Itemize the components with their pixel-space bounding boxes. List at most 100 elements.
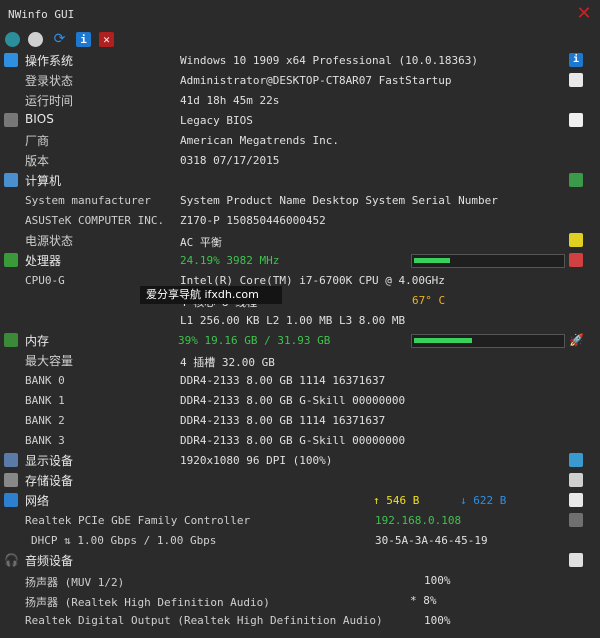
- memory-max-value: 4 插槽 32.00 GB: [180, 356, 275, 369]
- bios-row[interactable]: BIOS Legacy BIOS: [0, 110, 600, 130]
- bank-label: BANK 2: [25, 414, 65, 427]
- disc-icon[interactable]: [28, 32, 43, 47]
- bank-row[interactable]: BANK 3 DDR4-2133 8.00 GB G-Skill 0000000…: [0, 430, 600, 450]
- rocket-icon[interactable]: 🚀: [569, 333, 584, 347]
- board-row[interactable]: ASUSTeK COMPUTER INC. Z170-P 15085044600…: [0, 210, 600, 230]
- bank-row[interactable]: BANK 1 DDR4-2133 8.00 GB G-Skill 0000000…: [0, 390, 600, 410]
- ethernet-icon[interactable]: [569, 513, 583, 527]
- bank-label: BANK 3: [25, 434, 65, 447]
- thermometer-icon[interactable]: [569, 253, 583, 267]
- cores-row[interactable]: 4 核心 8 线程 67° C: [0, 290, 600, 310]
- watermark-overlay: 爱分享导航 ifxdh.com: [140, 286, 282, 304]
- info-icon[interactable]: i: [569, 53, 583, 67]
- display-row[interactable]: 显示设备 1920x1080 96 DPI (100%): [0, 450, 600, 470]
- adapter-ip: 192.168.0.108: [375, 514, 462, 527]
- network-download: ↓ 622 B: [460, 494, 507, 507]
- login-row[interactable]: 登录状态 Administrator@DESKTOP-CT8AR07 FastS…: [0, 70, 600, 90]
- processor-usage: 24.19% 3982 MHz: [180, 254, 280, 267]
- bios-vendor-row[interactable]: 厂商 American Megatrends Inc.: [0, 130, 600, 150]
- disk-icon: [4, 473, 18, 487]
- memory-row[interactable]: 内存 39% 19.16 GB / 31.93 GB 🚀: [0, 330, 600, 350]
- lock-icon[interactable]: [569, 473, 583, 487]
- bank-row[interactable]: BANK 0 DDR4-2133 8.00 GB 1114 16371637: [0, 370, 600, 390]
- bank-value: DDR4-2133 8.00 GB G-Skill 00000000: [180, 434, 406, 447]
- display-icon: [4, 453, 18, 467]
- processor-row[interactable]: 处理器 24.19% 3982 MHz: [0, 250, 600, 270]
- adapter-label: Realtek PCIe GbE Family Controller: [25, 514, 251, 527]
- computer-category-label: 计算机: [25, 174, 62, 188]
- memory-max-row[interactable]: 最大容量 4 插槽 32.00 GB: [0, 350, 600, 370]
- stop-icon[interactable]: ✕: [99, 32, 114, 47]
- document-icon[interactable]: [569, 113, 583, 127]
- memory-usage-bar: [411, 334, 565, 348]
- board-value: Z170-P 150850446000452: [180, 214, 326, 227]
- audio-device-value: 100%: [424, 574, 451, 587]
- network-share-icon[interactable]: [569, 493, 583, 507]
- screen-icon[interactable]: [569, 453, 583, 467]
- motherboard-icon[interactable]: [569, 173, 583, 187]
- headphones-icon: 🎧: [4, 553, 19, 567]
- cpu-label: CPU0-G: [25, 274, 65, 287]
- monitor-icon: [4, 173, 18, 187]
- user-icon[interactable]: [569, 73, 583, 87]
- bank-value: DDR4-2133 8.00 GB 1114 16371637: [180, 374, 386, 387]
- bios-vendor-label: 厂商: [25, 134, 50, 148]
- bios-version-row[interactable]: 版本 0318 07/17/2015: [0, 150, 600, 170]
- power-row[interactable]: 电源状态 AC 平衡: [0, 230, 600, 250]
- audio-device-label: Realtek Digital Output (Realtek High Def…: [25, 614, 383, 627]
- login-label: 登录状态: [25, 74, 74, 88]
- storage-row[interactable]: 存储设备: [0, 470, 600, 490]
- audio-row[interactable]: 🎧 音频设备: [0, 550, 600, 570]
- audio-category-label: 音频设备: [25, 554, 74, 568]
- display-category-label: 显示设备: [25, 454, 74, 468]
- dhcp-label: DHCP ⇅ 1.00 Gbps / 1.00 Gbps: [31, 534, 217, 547]
- info-icon[interactable]: i: [76, 32, 91, 47]
- network-upload: ↑ 546 B: [373, 494, 420, 507]
- toolbar: ⟳ i ✕: [0, 30, 600, 50]
- memory-usage: 39% 19.16 GB / 31.93 GB: [178, 334, 331, 347]
- close-icon[interactable]: ✕: [575, 4, 593, 24]
- bios-type: Legacy BIOS: [180, 114, 253, 127]
- bios-version-value: 0318 07/17/2015: [180, 154, 280, 167]
- network-category-label: 网络: [25, 494, 50, 508]
- memory-usage-fill: [414, 338, 472, 343]
- network-row[interactable]: 网络 ↑ 546 B ↓ 622 B: [0, 490, 600, 510]
- system-manufacturer-label: System manufacturer: [25, 194, 151, 207]
- board-label: ASUSTeK COMPUTER INC.: [25, 214, 165, 227]
- ram-icon: [4, 333, 18, 347]
- dhcp-row[interactable]: DHCP ⇅ 1.00 Gbps / 1.00 Gbps 30-5A-3A-46…: [0, 530, 600, 550]
- adapter-mac: 30-5A-3A-46-45-19: [375, 534, 488, 547]
- system-manufacturer-row[interactable]: System manufacturer System Product Name …: [0, 190, 600, 210]
- memory-category-label: 内存: [25, 334, 50, 348]
- processor-category-label: 处理器: [25, 254, 62, 268]
- uptime-label: 运行时间: [25, 94, 74, 108]
- battery-icon[interactable]: [569, 233, 583, 247]
- storage-category-label: 存储设备: [25, 474, 74, 488]
- system-manufacturer-value: System Product Name Desktop System Seria…: [180, 194, 498, 207]
- cpu-row[interactable]: CPU0-G Intel(R) Core(TM) i7-6700K CPU @ …: [0, 270, 600, 290]
- chip-icon: [4, 113, 18, 127]
- globe-icon[interactable]: [5, 32, 20, 47]
- display-value: 1920x1080 96 DPI (100%): [180, 454, 333, 467]
- audio-device-row[interactable]: 扬声器 (Realtek High Definition Audio) * 8%: [0, 590, 600, 610]
- os-row[interactable]: 操作系统 Windows 10 1909 x64 Professional (1…: [0, 50, 600, 70]
- bios-category-label: BIOS: [25, 112, 54, 126]
- cache-row[interactable]: L1 256.00 KB L2 1.00 MB L3 8.00 MB: [0, 310, 600, 330]
- refresh-icon[interactable]: ⟳: [52, 32, 67, 47]
- bank-row[interactable]: BANK 2 DDR4-2133 8.00 GB 1114 16371637: [0, 410, 600, 430]
- cpu-icon: [4, 253, 18, 267]
- audio-device-row[interactable]: 扬声器 (MUV 1/2) 100%: [0, 570, 600, 590]
- uptime-row[interactable]: 运行时间 41d 18h 45m 22s: [0, 90, 600, 110]
- computer-row[interactable]: 计算机: [0, 170, 600, 190]
- cpu-usage-bar: [411, 254, 565, 268]
- bios-version-label: 版本: [25, 154, 50, 168]
- audio-device-value: * 8%: [410, 594, 437, 607]
- bank-label: BANK 0: [25, 374, 65, 387]
- speaker-icon[interactable]: [569, 553, 583, 567]
- power-value: AC 平衡: [180, 236, 222, 249]
- audio-device-label: 扬声器 (MUV 1/2): [25, 576, 125, 589]
- title-bar: NWinfo GUI ✕: [0, 0, 600, 30]
- adapter-row[interactable]: Realtek PCIe GbE Family Controller 192.1…: [0, 510, 600, 530]
- power-label: 电源状态: [25, 234, 74, 248]
- audio-device-row[interactable]: Realtek Digital Output (Realtek High Def…: [0, 610, 600, 630]
